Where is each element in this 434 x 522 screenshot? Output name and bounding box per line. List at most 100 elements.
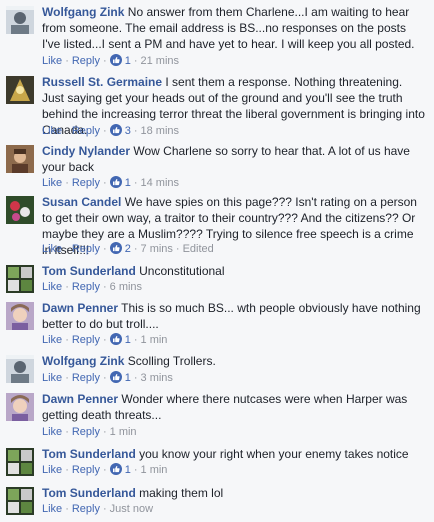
like-count[interactable]: 1 [109, 371, 131, 384]
like-count[interactable]: 1 [109, 54, 131, 67]
author-name[interactable]: Tom Sunderland [42, 447, 136, 461]
like-link[interactable]: Like [42, 243, 62, 255]
author-name[interactable]: Wolfgang Zink [42, 354, 124, 368]
avatar[interactable] [6, 487, 34, 515]
avatar[interactable] [6, 196, 34, 224]
like-link[interactable]: Like [42, 372, 62, 384]
timestamp[interactable]: 7 mins [141, 243, 173, 255]
comment-actions: Like · Reply · 1 · 14 mins [42, 176, 179, 191]
timestamp[interactable]: 6 mins [110, 281, 142, 293]
avatar[interactable] [6, 76, 34, 104]
comment-actions: Like · Reply · 1 min [42, 425, 137, 440]
reply-link[interactable]: Reply [72, 281, 100, 293]
like-link[interactable]: Like [42, 464, 62, 476]
comment-body: Wolfgang Zink No answer from them Charle… [42, 4, 426, 52]
reply-link[interactable]: Reply [72, 426, 100, 438]
like-link[interactable]: Like [42, 426, 62, 438]
like-link[interactable]: Like [42, 125, 62, 137]
thumbs-up-icon [109, 242, 122, 254]
separator: · [102, 503, 107, 515]
like-count[interactable]: 1 [109, 176, 131, 189]
comment: Cindy Nylander Wow Charlene so sorry to … [0, 143, 434, 189]
avatar[interactable] [6, 393, 34, 421]
separator: · [102, 334, 107, 346]
separator: · [133, 372, 138, 384]
comment-text: Unconstitutional [139, 264, 225, 278]
timestamp[interactable]: 1 min [141, 464, 168, 476]
timestamp[interactable]: 14 mins [141, 177, 180, 189]
comment-actions: Like · Reply · 1 · 1 min [42, 463, 167, 478]
separator: · [65, 426, 69, 438]
timestamp[interactable]: 1 min [141, 334, 168, 346]
like-count-value: 1 [124, 372, 131, 384]
reply-link[interactable]: Reply [72, 177, 100, 189]
timestamp[interactable]: 1 min [110, 426, 137, 438]
comment-text: Scolling Trollers. [127, 354, 216, 368]
comment-text: making them lol [139, 486, 224, 500]
reply-link[interactable]: Reply [72, 334, 100, 346]
comment-body: Tom Sunderland making them lol [42, 485, 426, 501]
avatar[interactable] [6, 448, 34, 476]
reply-link[interactable]: Reply [72, 464, 100, 476]
separator: · [65, 55, 69, 67]
timestamp[interactable]: 3 mins [141, 372, 173, 384]
comment: Russell St. Germaine I sent them a respo… [0, 74, 434, 138]
avatar[interactable] [6, 355, 34, 383]
like-count[interactable]: 3 [109, 124, 131, 137]
author-name[interactable]: Tom Sunderland [42, 264, 136, 278]
author-name[interactable]: Susan Candel [42, 195, 121, 209]
author-name[interactable]: Dawn Penner [42, 392, 118, 406]
separator: · [102, 464, 107, 476]
reply-link[interactable]: Reply [72, 372, 100, 384]
author-name[interactable]: Cindy Nylander [42, 144, 130, 158]
author-name[interactable]: Dawn Penner [42, 301, 118, 315]
comment-actions: Like · Reply · 6 mins [42, 280, 142, 295]
like-link[interactable]: Like [42, 334, 62, 346]
separator: · [102, 281, 107, 293]
like-link[interactable]: Like [42, 55, 62, 67]
comment-actions: Like · Reply · 1 · 1 min [42, 333, 167, 348]
author-name[interactable]: Russell St. Germaine [42, 75, 162, 89]
like-link[interactable]: Like [42, 177, 62, 189]
separator: · [175, 243, 180, 255]
reply-link[interactable]: Reply [72, 243, 100, 255]
timestamp[interactable]: Just now [110, 503, 153, 515]
reply-link[interactable]: Reply [72, 125, 100, 137]
comment: Dawn Penner Wonder where there nutcases … [0, 391, 434, 439]
like-count-value: 1 [124, 55, 131, 67]
author-name[interactable]: Tom Sunderland [42, 486, 136, 500]
comment-actions: Like · Reply · 1 · 3 mins [42, 371, 173, 386]
comment-body: Dawn Penner Wonder where there nutcases … [42, 391, 426, 423]
separator: · [65, 243, 69, 255]
separator: · [102, 426, 107, 438]
avatar[interactable] [6, 6, 34, 34]
separator: · [133, 243, 138, 255]
reply-link[interactable]: Reply [72, 55, 100, 67]
like-link[interactable]: Like [42, 503, 62, 515]
like-count-value: 1 [124, 464, 131, 476]
author-name[interactable]: Wolfgang Zink [42, 5, 124, 19]
comment-body: Tom Sunderland Unconstitutional [42, 263, 426, 279]
separator: · [102, 177, 107, 189]
edited-label[interactable]: Edited [183, 243, 214, 255]
comment-actions: Like · Reply · Just now [42, 502, 153, 517]
avatar[interactable] [6, 145, 34, 173]
comment-body: Cindy Nylander Wow Charlene so sorry to … [42, 143, 426, 175]
thumbs-up-icon [109, 176, 122, 188]
like-count[interactable]: 1 [109, 333, 131, 346]
comment: Tom Sunderland you know your right when … [0, 446, 434, 478]
comment: Tom Sunderland Unconstitutional Like · Rep… [0, 263, 434, 295]
thumbs-up-icon [109, 333, 122, 345]
like-count[interactable]: 2 [109, 242, 131, 255]
avatar[interactable] [6, 302, 34, 330]
thumbs-up-icon [109, 54, 122, 66]
reply-link[interactable]: Reply [72, 503, 100, 515]
like-link[interactable]: Like [42, 281, 62, 293]
avatar[interactable] [6, 265, 34, 293]
separator: · [65, 177, 69, 189]
comment-body: Tom Sunderland you know your right when … [42, 446, 426, 462]
comment: Tom Sunderland making them lol Like · Repl… [0, 485, 434, 517]
timestamp[interactable]: 21 mins [141, 55, 180, 67]
like-count[interactable]: 1 [109, 463, 131, 476]
timestamp[interactable]: 18 mins [141, 125, 180, 137]
